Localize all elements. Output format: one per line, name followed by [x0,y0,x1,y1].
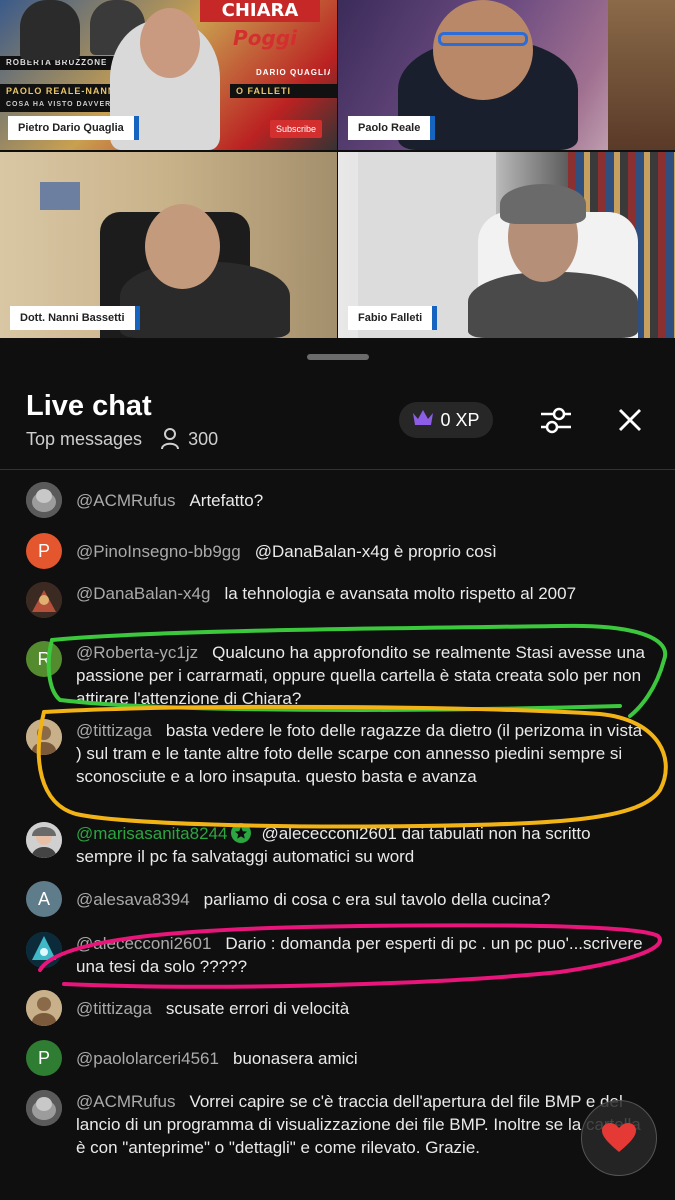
avatar-letter: A [37,888,50,909]
close-icon [619,409,641,431]
avatar[interactable] [26,482,62,518]
video-tile-pietro[interactable]: CHIARA Poggi ROBERTA BRUZZONE PAOLO REAL… [0,0,337,150]
xp-label: 0 XP [440,409,480,430]
participant-figure [468,272,638,338]
poster-strip-dario: DARIO QUAGLIA [256,68,330,77]
message-text: @DanaBalan-x4g è proprio così [254,542,497,561]
avatar-letter: R [37,648,51,669]
avatar[interactable] [26,1090,62,1126]
message-text: la tehnologia e avansata molto rispetto … [224,584,577,603]
participant-name: Pietro Dario Quaglia [8,116,139,140]
poster-title: CHIARA [200,0,320,22]
message-author[interactable]: @alececconi2601 [76,934,211,953]
chat-title: Live chat [26,390,152,422]
video-tile-nanni[interactable]: Dott. Nanni Bassetti [0,152,337,338]
message-body: @paololarceri4561 buonasera amici [76,1047,648,1070]
participant-head [433,0,533,100]
heart-icon [602,1123,636,1152]
message-author[interactable]: @paololarceri4561 [76,1049,219,1068]
message-text: buonasera amici [232,1049,358,1068]
message-body: @alececconi2601 Dario : domanda per esper… [76,932,648,978]
message-body: @Roberta-yc1jz Qualcuno ha approfondito s… [76,641,648,710]
message-body: @marisasanita8244 @alececconi2601 dai tab… [76,822,648,868]
participant-name: Paolo Reale [348,116,436,140]
avatar[interactable]: P [26,533,62,569]
video-tile-paolo[interactable]: Paolo Reale [338,0,675,150]
sliders-icon [541,407,571,434]
message-body: @alesava8394 parliamo di cosa c era sul t… [76,888,648,911]
message-author[interactable]: @tittizaga [76,999,152,1018]
glasses [438,32,528,46]
video-tile-fabio[interactable]: Fabio Falleti [338,152,675,338]
message-text: parliamo di cosa c era sul tavolo della … [203,890,551,909]
avatar[interactable] [26,822,62,858]
avatar[interactable] [26,932,62,968]
header-divider [0,469,675,470]
filter-settings-button[interactable] [538,402,574,438]
xp-button[interactable]: 0 XP [399,402,493,438]
message-author[interactable]: @PinoInsegno-bb9gg [76,542,241,561]
message-author[interactable]: @DanaBalan-x4g [76,584,210,603]
message-body: @ACMRufus Vorrei capire se c'è traccia de… [76,1090,648,1159]
avatar[interactable]: R [26,641,62,677]
message-text: Artefatto? [189,491,264,510]
reaction-heart-button[interactable] [581,1100,657,1176]
avatar[interactable] [26,719,62,755]
chat-subheader[interactable]: Top messages 300 [26,428,218,450]
message-body: @tittizaga scusate errori di velocità [76,997,648,1020]
avatar[interactable] [26,582,62,618]
participant-name: Dott. Nanni Bassetti [10,306,140,330]
close-button[interactable] [612,402,648,438]
chat-mode-label[interactable]: Top messages [26,429,142,450]
crown-icon [412,409,434,432]
subscribe-button: Subscribe [270,120,323,138]
message-text: basta vedere le foto delle ragazze da di… [76,721,643,786]
participant-head [145,204,220,289]
avatar-letter: P [37,1047,50,1068]
person-silhouette [20,0,80,60]
message-author[interactable]: @ACMRufus [76,491,175,510]
message-author[interactable]: @alesava8394 [76,890,190,909]
wall-frame [40,182,80,210]
avatar-letter: P [37,540,50,561]
message-text: scusate errori di velocità [165,999,350,1018]
viewer-count: 300 [188,428,219,449]
video-grid[interactable]: CHIARA Poggi ROBERTA BRUZZONE PAOLO REAL… [0,0,675,340]
message-author[interactable]: @marisasanita8244 [76,824,227,843]
presenter-head [140,8,200,78]
drag-handle[interactable] [307,354,369,360]
avatar[interactable]: A [26,881,62,917]
poster-strip-right: O FALLETI [230,84,337,98]
avatar[interactable]: P [26,1040,62,1076]
message-body: @PinoInsegno-bb9gg @DanaBalan-x4g è propr… [76,540,648,563]
poster-subtitle: Poggi [233,26,297,50]
hair [500,184,586,224]
bookshelf [608,0,675,150]
message-body: @DanaBalan-x4g la tehnologia e avansata m… [76,582,648,605]
message-author[interactable]: @ACMRufus [76,1092,175,1111]
message-body: @ACMRufus Artefatto? [76,489,648,512]
message-author[interactable]: @tittizaga [76,721,152,740]
member-badge-icon [231,823,252,843]
message-author[interactable]: @Roberta-yc1jz [76,643,198,662]
participant-name: Fabio Falleti [348,306,438,330]
avatar[interactable] [26,990,62,1026]
message-body: @tittizaga basta vedere le foto delle rag… [76,719,648,788]
person-icon [160,428,180,450]
